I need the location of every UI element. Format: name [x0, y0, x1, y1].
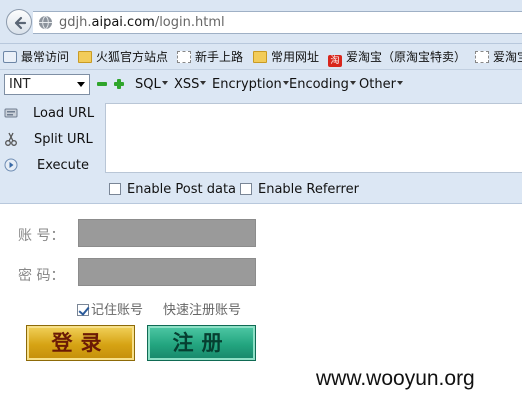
- back-button[interactable]: [6, 9, 32, 35]
- scissors-icon: [5, 132, 17, 146]
- page-icon: [475, 51, 489, 63]
- menu-encryption[interactable]: Encryption: [212, 77, 289, 93]
- split-url-label: Split URL: [34, 132, 93, 147]
- caret-down-icon: [200, 81, 207, 85]
- enable-post-data-checkbox[interactable]: Enable Post data: [109, 182, 236, 198]
- bookmark-label: 火狐官方站点: [96, 50, 169, 64]
- remember-account-checkbox[interactable]: 记住账号: [77, 299, 143, 318]
- back-arrow-icon: [14, 16, 27, 30]
- menu-label: SQL: [135, 77, 161, 92]
- caret-down-icon: [161, 81, 168, 85]
- load-url-icon: [4, 108, 18, 118]
- menu-sql[interactable]: SQL: [135, 77, 168, 93]
- menu-label: Encoding: [289, 77, 349, 92]
- bookmark-common-sites[interactable]: 常用网址: [253, 49, 319, 65]
- hackbar-toolbar: INT SQL XSS Encryption Encoding Other Lo…: [0, 70, 522, 204]
- bookmark-getting-started[interactable]: 新手上路: [177, 49, 243, 65]
- checkbox-label: Enable Post data: [127, 182, 237, 197]
- password-input[interactable]: [78, 258, 256, 286]
- caret-down-icon: [282, 81, 289, 85]
- account-input[interactable]: [78, 219, 256, 247]
- menu-other[interactable]: Other: [359, 77, 403, 93]
- folder-icon: [78, 51, 92, 63]
- page-icon: [177, 51, 191, 63]
- menu-xss[interactable]: XSS: [174, 77, 207, 93]
- checkbox-box[interactable]: [240, 183, 252, 195]
- bookmark-star-icon: [3, 51, 17, 63]
- bookmark-label: 最常访问: [21, 50, 70, 64]
- taobao-icon: 淘: [328, 55, 342, 67]
- folder-icon: [253, 51, 267, 63]
- url-text: gdjh.aipai.com/login.html: [59, 15, 225, 30]
- password-label: 密 码：: [18, 268, 65, 284]
- caret-down-icon: [396, 81, 403, 85]
- url-path: /login.html: [154, 15, 225, 30]
- checkbox-checked[interactable]: [77, 304, 89, 316]
- play-icon: [4, 158, 18, 172]
- type-select[interactable]: INT: [4, 74, 90, 95]
- menu-label: Encryption: [212, 77, 282, 92]
- register-button[interactable]: 注册: [147, 325, 256, 361]
- bookmarks-bar: 最常访问 火狐官方站点 新手上路 常用网址 淘爱淘宝（原淘宝特卖） 爱淘宝: [0, 44, 522, 70]
- watermark: www.wooyun.org: [316, 367, 475, 390]
- url-prefix: gdjh.: [59, 15, 92, 30]
- bookmark-aitaobao[interactable]: 淘爱淘宝（原淘宝特卖）: [328, 49, 467, 67]
- menu-label: XSS: [174, 77, 200, 92]
- type-select-value: INT: [9, 77, 31, 92]
- bookmark-label: 新手上路: [195, 50, 244, 64]
- bookmark-firefox-site[interactable]: 火狐官方站点: [78, 49, 168, 65]
- checkbox-box[interactable]: [109, 183, 121, 195]
- account-label: 账 号：: [18, 228, 65, 244]
- url-bar-area: gdjh.aipai.com/login.html: [0, 0, 522, 44]
- remember-label: 记住账号: [91, 303, 144, 318]
- load-url-label: Load URL: [33, 106, 95, 121]
- execute-label: Execute: [37, 158, 89, 173]
- menu-encoding[interactable]: Encoding: [289, 77, 356, 93]
- plus-icon[interactable]: [114, 79, 124, 89]
- globe-icon: [38, 15, 53, 30]
- bookmark-aitaobao-2[interactable]: 爱淘宝: [475, 49, 522, 65]
- url-domain: aipai.com: [91, 15, 155, 30]
- login-button[interactable]: 登录: [26, 325, 135, 361]
- bookmark-label: 常用网址: [271, 50, 320, 64]
- menu-label: Other: [359, 77, 396, 92]
- bookmark-label: 爱淘宝: [493, 50, 522, 64]
- minus-icon[interactable]: [97, 79, 107, 89]
- checkbox-label: Enable Referrer: [258, 182, 359, 197]
- address-bar[interactable]: gdjh.aipai.com/login.html: [33, 11, 522, 34]
- bookmark-most-visited[interactable]: 最常访问: [3, 49, 69, 65]
- quick-register-link[interactable]: 快速注册账号: [163, 299, 241, 318]
- chevron-down-icon: [77, 82, 85, 87]
- bookmark-label: 爱淘宝（原淘宝特卖）: [346, 50, 467, 64]
- enable-referrer-checkbox[interactable]: Enable Referrer: [240, 182, 359, 198]
- caret-down-icon: [349, 81, 356, 85]
- url-textarea[interactable]: [105, 103, 522, 173]
